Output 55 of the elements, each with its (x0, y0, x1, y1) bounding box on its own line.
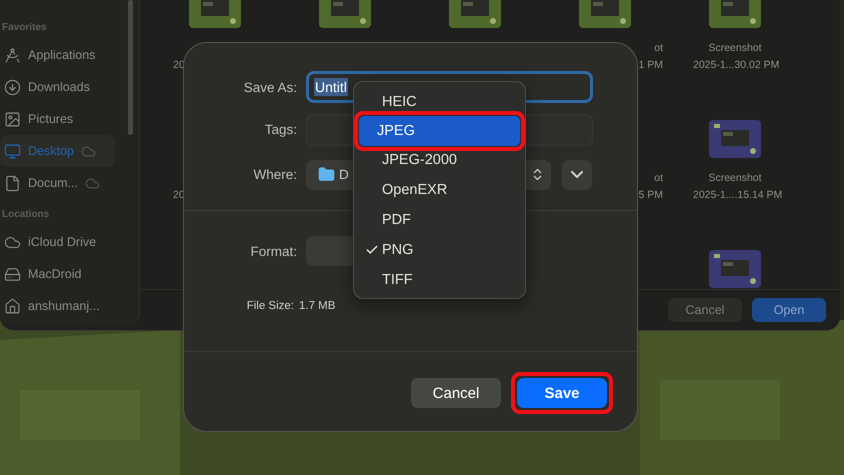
selected-text: Untitl (314, 78, 348, 96)
item-label: Applications (28, 48, 96, 62)
item-label: MacDroid (28, 267, 82, 281)
menu-item[interactable]: OpenEXR (359, 175, 520, 205)
item-label: anshumanj... (28, 299, 100, 313)
document-icon (4, 174, 21, 192)
field-label: Tags: (264, 122, 297, 137)
menu-item[interactable]: PNG (359, 235, 520, 265)
open-button[interactable]: Open (752, 298, 826, 322)
menu-item[interactable]: JPEG-2000 (359, 145, 520, 175)
home-icon (4, 298, 21, 314)
image-icon (4, 110, 21, 128)
menu-item[interactable]: TIFF (359, 265, 520, 295)
file-size-value: 1.7 MB (299, 300, 336, 312)
menu-item[interactable]: HEIC (359, 87, 520, 117)
sidebar-item[interactable]: Desktop (0, 135, 115, 167)
download-icon (4, 78, 21, 96)
sidebar-item[interactable]: Downloads (0, 71, 115, 103)
cancel-button[interactable]: Cancel (668, 298, 742, 322)
sidebar-item[interactable]: iCloud Drive (0, 226, 115, 258)
monitor-icon (4, 142, 21, 160)
section-title: Favorites (1, 21, 48, 35)
menu-item[interactable]: PDF (359, 205, 520, 235)
file-date: 2025-1....15.14 PM (693, 189, 782, 201)
folder-icon (318, 166, 335, 183)
drafting-compass-icon (4, 46, 21, 64)
file-date: 5 PM (638, 189, 663, 201)
expand-button[interactable] (562, 160, 592, 190)
file-name: Screenshot (708, 172, 762, 184)
chevron-down-icon (571, 171, 583, 178)
file-size-label: File Size: (246, 300, 294, 312)
file-date: 2025-1...30.02 PM (693, 59, 780, 71)
item-label: Docum... (28, 176, 78, 190)
scrollbar[interactable] (128, 0, 133, 135)
sidebar-item[interactable]: Pictures (0, 103, 115, 135)
item-label: Desktop (28, 144, 74, 158)
field-label: Save As: (242, 80, 297, 94)
file-name: Screenshot (708, 42, 762, 54)
item-label: Downloads (28, 80, 90, 94)
drive-icon (4, 266, 21, 282)
sidebar-item[interactable]: MacDroid (0, 258, 115, 290)
sidebar-item[interactable]: Applications (0, 39, 115, 71)
sidebar-item[interactable]: Docum... (0, 167, 115, 199)
field-label: Format: (249, 244, 297, 258)
save-button[interactable]: Save (517, 378, 607, 408)
sidebar-item[interactable]: anshumanj... (0, 290, 115, 322)
item-label: Pictures (28, 112, 74, 126)
menu-item[interactable]: JPEG (359, 116, 520, 146)
file-name: ot (654, 42, 663, 54)
file-date: 1 PM (638, 59, 663, 71)
cancel-button[interactable]: Cancel (411, 378, 501, 408)
field-label: Where: (252, 167, 297, 182)
section-title: Locations (1, 208, 50, 222)
item-label: iCloud Drive (28, 235, 96, 249)
file-name: ot (654, 172, 663, 184)
